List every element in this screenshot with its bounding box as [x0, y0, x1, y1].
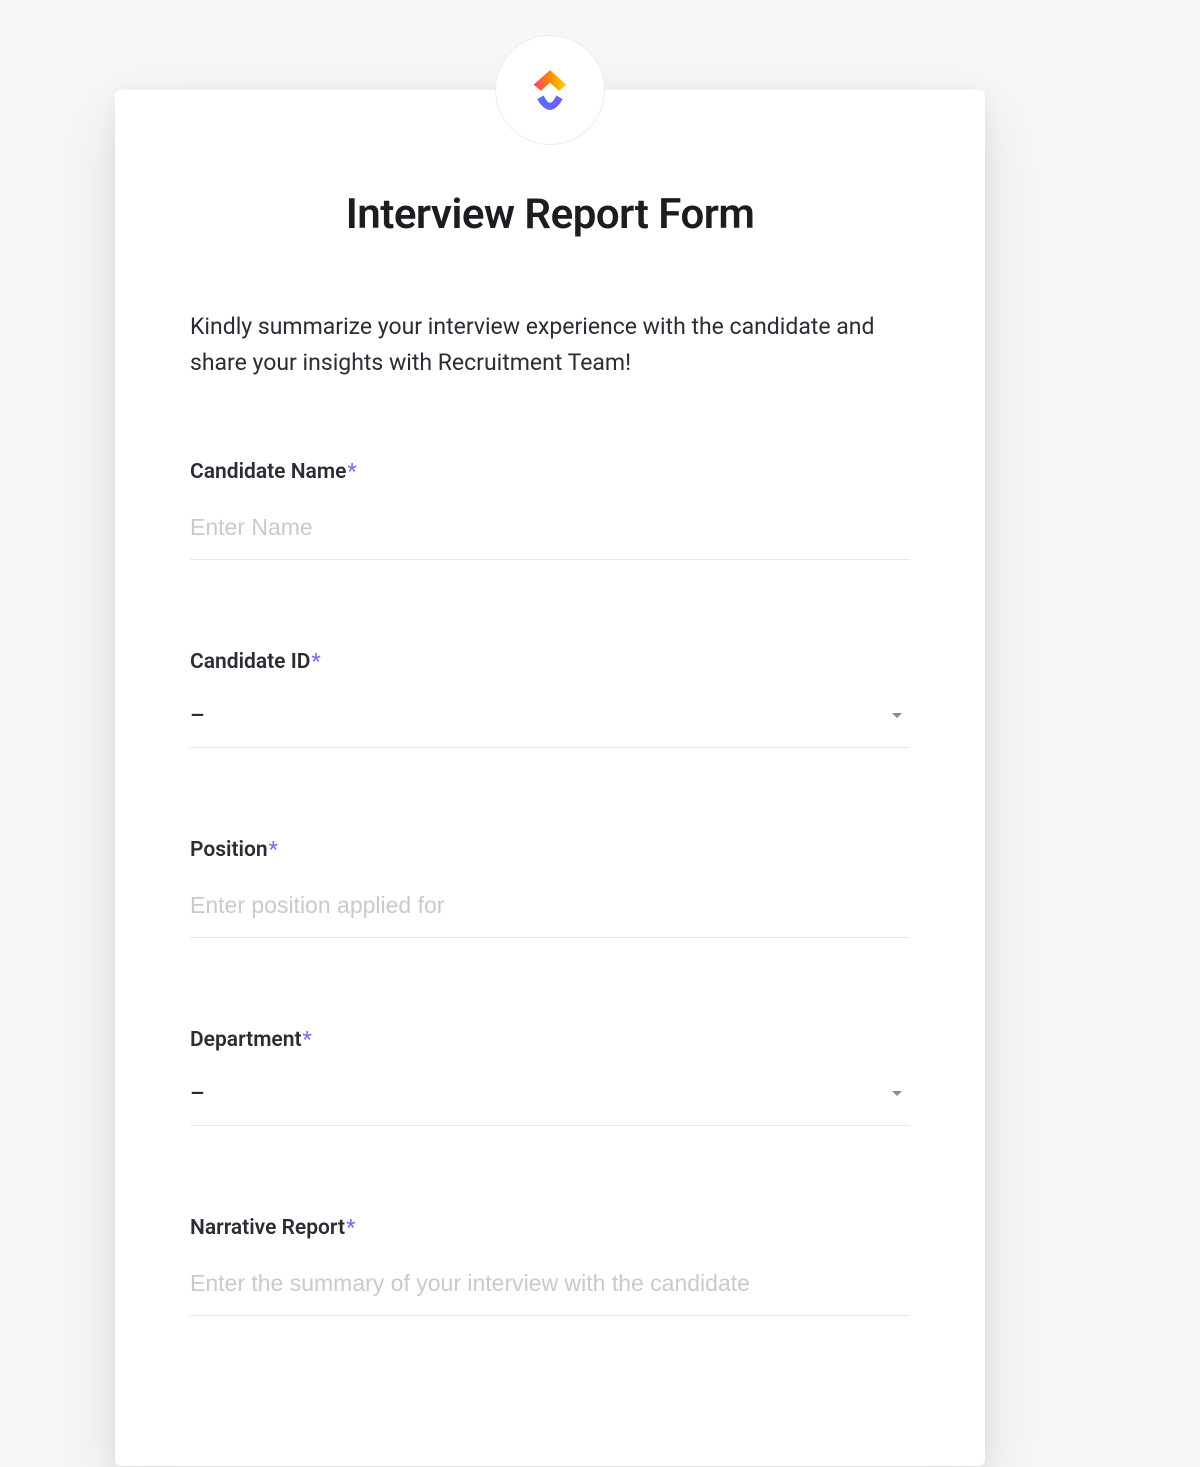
label-text: Candidate Name [190, 460, 346, 484]
department-label: Department* [190, 1028, 910, 1052]
narrative-report-input[interactable] [190, 1262, 910, 1316]
department-selected-value: – [190, 1080, 205, 1107]
field-narrative-report: Narrative Report* [190, 1216, 910, 1316]
field-candidate-name: Candidate Name* [190, 460, 910, 560]
form-title: Interview Report Form [190, 190, 910, 239]
narrative-report-label: Narrative Report* [190, 1216, 910, 1240]
label-text: Narrative Report [190, 1216, 345, 1240]
field-department: Department* – [190, 1028, 910, 1126]
candidate-name-label: Candidate Name* [190, 460, 910, 484]
department-select[interactable]: – [190, 1074, 910, 1126]
required-asterisk: * [346, 1216, 355, 1240]
form-card: Interview Report Form Kindly summarize y… [115, 90, 985, 1466]
field-candidate-id: Candidate ID* – [190, 650, 910, 748]
field-position: Position* [190, 838, 910, 938]
label-text: Position [190, 838, 268, 862]
form-description: Kindly summarize your interview experien… [190, 309, 910, 380]
label-text: Candidate ID [190, 650, 310, 674]
candidate-name-input[interactable] [190, 506, 910, 560]
chevron-down-icon [892, 713, 902, 718]
position-label: Position* [190, 838, 910, 862]
position-input[interactable] [190, 884, 910, 938]
candidate-id-select[interactable]: – [190, 696, 910, 748]
logo-badge [495, 35, 605, 145]
candidate-id-selected-value: – [190, 702, 205, 729]
label-text: Department [190, 1028, 302, 1052]
required-asterisk: * [269, 838, 278, 862]
clickup-logo-icon [521, 61, 579, 119]
chevron-down-icon [892, 1091, 902, 1096]
required-asterisk: * [311, 650, 320, 674]
candidate-id-label: Candidate ID* [190, 650, 910, 674]
required-asterisk: * [347, 460, 356, 484]
required-asterisk: * [303, 1028, 312, 1052]
